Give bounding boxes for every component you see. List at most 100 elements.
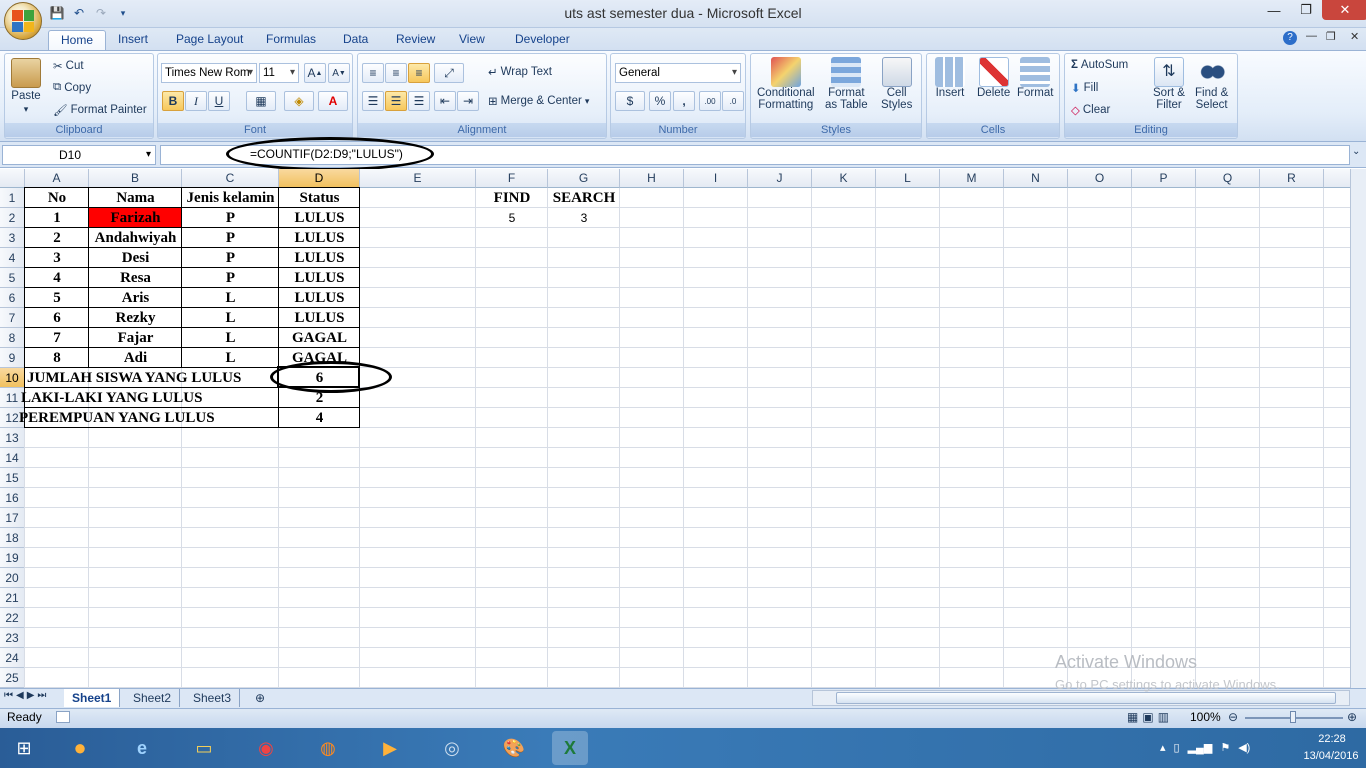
table-cell[interactable]: L: [182, 308, 279, 328]
table-cell[interactable]: LULUS: [279, 268, 360, 288]
cell-styles-button[interactable]: Cell Styles: [881, 57, 912, 111]
merge-center-button[interactable]: ⊞ Merge & Center ▾: [488, 94, 589, 108]
column-header[interactable]: I: [684, 169, 748, 188]
column-header[interactable]: N: [1004, 169, 1068, 188]
comma-button[interactable]: ,: [673, 91, 695, 111]
name-box[interactable]: D10: [2, 145, 156, 165]
row-header[interactable]: 9: [0, 348, 25, 368]
row-header[interactable]: 4: [0, 248, 25, 268]
tab-review[interactable]: Review: [384, 30, 447, 50]
table-cell[interactable]: Rezky: [89, 308, 182, 328]
zoom-level[interactable]: 100%: [1190, 710, 1221, 724]
align-bottom-icon[interactable]: ≡: [408, 63, 430, 83]
tab-page-layout[interactable]: Page Layout: [164, 30, 255, 50]
search-value[interactable]: 3: [548, 208, 620, 228]
tab-view[interactable]: View: [447, 30, 497, 50]
italic-button[interactable]: I: [185, 91, 207, 111]
row-header[interactable]: 15: [0, 468, 25, 488]
volume-icon[interactable]: ◀): [1238, 741, 1250, 754]
paint-icon[interactable]: 🎨: [496, 731, 532, 765]
table-cell[interactable]: LULUS: [279, 308, 360, 328]
align-center-icon[interactable]: ☰: [385, 91, 407, 111]
align-top-icon[interactable]: ≡: [362, 63, 384, 83]
decrease-indent-icon[interactable]: ⇤: [434, 91, 456, 111]
sheet-tab-sheet3[interactable]: Sheet3: [185, 689, 241, 707]
column-header[interactable]: K: [812, 169, 876, 188]
column-header[interactable]: F: [476, 169, 548, 188]
flag-icon[interactable]: ⚑: [1220, 741, 1230, 754]
row-header[interactable]: 18: [0, 528, 25, 548]
align-left-icon[interactable]: ☰: [362, 91, 384, 111]
summary-label[interactable]: LAKI-LAKI YANG LULUS: [21, 388, 271, 408]
tab-insert[interactable]: Insert: [106, 30, 160, 50]
find-value[interactable]: 5: [476, 208, 548, 228]
tab-data[interactable]: Data: [331, 30, 380, 50]
column-header[interactable]: S: [1324, 169, 1350, 188]
ribbon-restore-icon[interactable]: ❐: [1326, 30, 1336, 43]
shrink-font-icon[interactable]: A ▼: [328, 63, 350, 83]
find-select-button[interactable]: Find & Select: [1195, 57, 1228, 111]
row-header[interactable]: 2: [0, 208, 25, 228]
ribbon-close-icon[interactable]: ✕: [1350, 30, 1359, 43]
minimize-icon[interactable]: —: [1258, 0, 1290, 20]
increase-indent-icon[interactable]: ⇥: [457, 91, 479, 111]
row-header[interactable]: 6: [0, 288, 25, 308]
row-header[interactable]: 5: [0, 268, 25, 288]
column-header[interactable]: D: [279, 169, 360, 188]
format-as-table-button[interactable]: Format as Table: [825, 57, 868, 111]
fill-color-icon[interactable]: ◈: [284, 91, 314, 111]
table-cell[interactable]: 5: [25, 288, 89, 308]
normal-view-icon[interactable]: ▦: [1127, 710, 1138, 724]
table-cell[interactable]: Aris: [89, 288, 182, 308]
insert-cells-button[interactable]: Insert: [935, 57, 965, 99]
column-header[interactable]: H: [620, 169, 684, 188]
row-header[interactable]: 22: [0, 608, 25, 628]
conditional-formatting-button[interactable]: Conditional Formatting: [757, 57, 815, 111]
copy-button[interactable]: ⧉ Copy: [53, 81, 91, 94]
table-cell[interactable]: 1: [25, 208, 89, 228]
column-header[interactable]: E: [360, 169, 476, 188]
table-cell[interactable]: P: [182, 248, 279, 268]
row-header[interactable]: 13: [0, 428, 25, 448]
autosum-button[interactable]: Σ AutoSum: [1071, 59, 1128, 71]
summary-label[interactable]: PEREMPUAN YANG LULUS: [19, 408, 269, 428]
media-player-icon[interactable]: ▶: [372, 731, 408, 765]
device-icon[interactable]: ▯: [1174, 741, 1180, 754]
network-app-icon[interactable]: ◎: [434, 731, 470, 765]
horizontal-scroll-thumb[interactable]: [836, 692, 1336, 704]
help-icon[interactable]: ?: [1283, 31, 1297, 45]
percent-button[interactable]: %: [649, 91, 671, 111]
column-header[interactable]: M: [940, 169, 1004, 188]
row-header[interactable]: 1: [0, 188, 25, 208]
summary-label[interactable]: JUMLAH SISWA YANG LULUS: [27, 368, 277, 388]
zoom-in-icon[interactable]: ⊕: [1347, 710, 1357, 724]
column-header[interactable]: G: [548, 169, 620, 188]
table-cell[interactable]: Resa: [89, 268, 182, 288]
table-cell[interactable]: 6: [25, 308, 89, 328]
view-buttons[interactable]: ▦ ▣ ▥: [1127, 710, 1169, 724]
column-header[interactable]: J: [748, 169, 812, 188]
sort-filter-button[interactable]: ⇅ Sort & Filter: [1153, 57, 1185, 111]
ribbon-minimize-icon[interactable]: —: [1306, 30, 1317, 42]
summary-value[interactable]: 4: [279, 408, 360, 428]
cut-button[interactable]: ✂ Cut: [53, 59, 84, 73]
table-cell[interactable]: P: [182, 208, 279, 228]
font-name-combo[interactable]: Times New Rom: [161, 63, 257, 83]
row-header[interactable]: 21: [0, 588, 25, 608]
excel-taskbar-icon[interactable]: X: [552, 731, 588, 765]
chevron-up-icon[interactable]: ▴: [1160, 741, 1166, 754]
underline-button[interactable]: U: [208, 91, 230, 111]
tab-home[interactable]: Home: [48, 30, 107, 50]
table-cell[interactable]: L: [182, 288, 279, 308]
clear-button[interactable]: ◇ Clear: [1071, 103, 1110, 117]
app-orb-icon[interactable]: ●: [62, 731, 98, 765]
table-cell[interactable]: Andahwiyah: [89, 228, 182, 248]
row-header[interactable]: 3: [0, 228, 25, 248]
format-cells-button[interactable]: Format: [1017, 57, 1053, 99]
currency-icon[interactable]: $: [615, 91, 645, 111]
table-cell[interactable]: LULUS: [279, 228, 360, 248]
table-cell[interactable]: LULUS: [279, 288, 360, 308]
align-right-icon[interactable]: ☰: [408, 91, 430, 111]
worksheet-grid[interactable]: ABCDEFGHIJKLMNOPQRST12345678910111213141…: [0, 169, 1350, 688]
grow-font-icon[interactable]: A ▲: [304, 63, 326, 83]
